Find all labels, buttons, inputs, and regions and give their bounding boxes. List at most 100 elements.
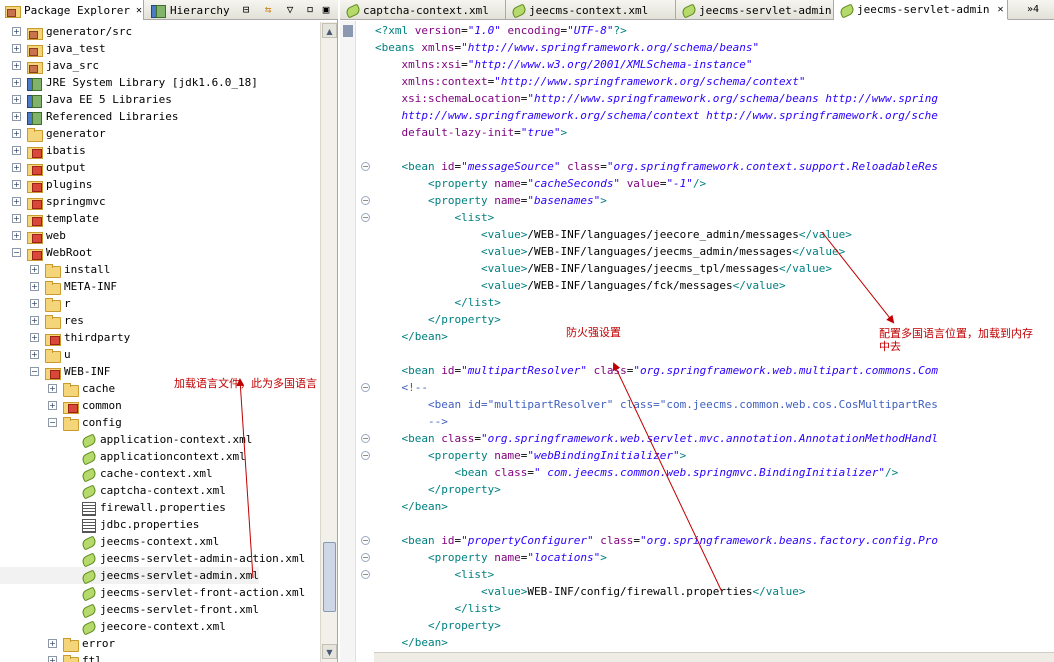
code-line[interactable]: </property> — [375, 311, 501, 328]
expand-icon[interactable]: + — [12, 27, 21, 36]
code-line[interactable]: </bean> — [375, 498, 448, 515]
fold-toggle-icon[interactable]: − — [361, 162, 370, 171]
view-menu-icon[interactable]: ▽ — [282, 2, 298, 18]
code-line[interactable]: <bean id="multipartResolver" class="com.… — [375, 396, 938, 413]
fold-toggle-icon[interactable]: − — [361, 451, 370, 460]
code-line[interactable]: </list> — [375, 294, 500, 311]
fold-toggle-icon[interactable]: − — [361, 196, 370, 205]
code-line[interactable]: <bean class=" com.jeecms.common.web.spri… — [375, 464, 898, 481]
expand-icon[interactable]: + — [30, 333, 39, 342]
code-line[interactable]: <value>/WEB-INF/languages/jeecms_admin/m… — [375, 243, 845, 260]
tree-item[interactable]: + Java EE 5 Libraries — [0, 91, 172, 108]
expand-icon[interactable]: + — [30, 350, 39, 359]
expand-icon[interactable]: + — [48, 656, 57, 662]
fold-toggle-icon[interactable]: − — [361, 553, 370, 562]
tree-item[interactable]: firewall.properties — [0, 499, 226, 516]
code-line[interactable]: <bean id="multipartResolver" class="org.… — [375, 362, 938, 379]
maximize-icon[interactable]: ▣ — [318, 2, 334, 18]
expand-icon[interactable]: + — [12, 129, 21, 138]
editor-horizontal-scrollbar[interactable] — [374, 652, 1054, 662]
tree-item[interactable]: + java_src — [0, 57, 99, 74]
code-line[interactable]: --> — [375, 413, 448, 430]
scroll-down-icon[interactable]: ▼ — [322, 644, 337, 659]
expand-icon[interactable]: + — [48, 384, 57, 393]
expand-icon[interactable]: + — [12, 44, 21, 53]
code-line[interactable]: <?xml version="1.0" encoding="UTF-8"?> — [375, 22, 627, 39]
tree-item[interactable]: jeecms-servlet-admin-action.xml — [0, 550, 305, 567]
code-line[interactable]: <bean class="org.springframework.web.ser… — [375, 430, 938, 447]
expand-icon[interactable]: + — [12, 95, 21, 104]
expand-icon[interactable]: + — [12, 214, 21, 223]
expand-icon[interactable]: + — [48, 639, 57, 648]
collapse-icon[interactable]: − — [30, 367, 39, 376]
expand-icon[interactable]: + — [12, 231, 21, 240]
expand-icon[interactable]: + — [12, 146, 21, 155]
code-line[interactable]: </property> — [375, 617, 501, 634]
tree-item[interactable]: + ftl — [0, 652, 102, 662]
scroll-up-icon[interactable]: ▲ — [322, 23, 337, 38]
tree-item[interactable]: + plugins — [0, 176, 92, 193]
tree-item[interactable]: + Referenced Libraries — [0, 108, 178, 125]
expand-icon[interactable]: + — [30, 316, 39, 325]
fold-toggle-icon[interactable]: − — [361, 536, 370, 545]
tree-item[interactable]: + META-INF — [0, 278, 117, 295]
tree-item[interactable]: application-context.xml — [0, 431, 252, 448]
expand-icon[interactable]: + — [12, 61, 21, 70]
tree-item[interactable]: jeecms-context.xml — [0, 533, 219, 550]
editor-tab-captcha-context[interactable]: captcha-context.xml — [340, 0, 506, 20]
code-line[interactable]: <property name="locations"> — [375, 549, 607, 566]
code-line[interactable]: <value>/WEB-INF/languages/fck/messages</… — [375, 277, 786, 294]
tree-item[interactable]: + JRE System Library [jdk1.6.0_18] — [0, 74, 258, 91]
tree-item[interactable]: + web — [0, 227, 66, 244]
tree-item[interactable]: jdbc.properties — [0, 516, 199, 533]
code-line[interactable]: </property> — [375, 481, 501, 498]
code-line[interactable]: <beans xmlns="http://www.springframework… — [375, 39, 759, 56]
code-line[interactable]: <list> — [375, 209, 494, 226]
tree-item[interactable]: − config — [0, 414, 122, 431]
tree-item[interactable]: + install — [0, 261, 110, 278]
link-with-editor-icon[interactable]: ⇆ — [260, 2, 276, 18]
tree-item[interactable]: + springmvc — [0, 193, 106, 210]
overview-ruler[interactable] — [340, 21, 356, 662]
code-line[interactable]: <property name="webBindingInitializer"> — [375, 447, 686, 464]
expand-icon[interactable]: + — [12, 163, 21, 172]
tab-package-explorer[interactable]: Package Explorer ✕ — [0, 0, 144, 20]
tree-item[interactable]: + thirdparty — [0, 329, 130, 346]
tree-item[interactable]: jeecms-servlet-admin.xml — [0, 567, 259, 584]
tree-item[interactable]: captcha-context.xml — [0, 482, 226, 499]
tree-item[interactable]: + ibatis — [0, 142, 86, 159]
minimize-icon[interactable]: ▫ — [302, 2, 318, 18]
tree-vertical-scrollbar[interactable]: ▲ ▼ — [320, 22, 337, 662]
code-line[interactable]: default-lazy-init="true"> — [375, 124, 568, 141]
code-line[interactable]: <value>WEB-INF/config/firewall.propertie… — [375, 583, 806, 600]
editor-tab-jeecms-context[interactable]: jeecms-context.xml — [506, 0, 676, 20]
fold-toggle-icon[interactable]: − — [361, 213, 370, 222]
tree-item[interactable]: jeecms-servlet-front-action.xml — [0, 584, 305, 601]
close-icon[interactable]: ✕ — [997, 4, 1003, 15]
code-line[interactable]: <list> — [375, 566, 494, 583]
editor-tab-jeecms-servlet-admin-action[interactable]: jeecms-servlet-admin — [676, 0, 834, 20]
editor-tab-jeecms-servlet-admin[interactable]: jeecms-servlet-admin ✕ — [834, 0, 1008, 20]
collapse-icon[interactable]: − — [48, 418, 57, 427]
fold-toggle-icon[interactable]: − — [361, 434, 370, 443]
tree-item[interactable]: + cache — [0, 380, 115, 397]
more-tabs-button[interactable]: »4 — [1018, 0, 1048, 20]
code-line[interactable]: xsi:schemaLocation="http://www.springfra… — [375, 90, 938, 107]
tree-item[interactable]: + java_test — [0, 40, 106, 57]
expand-icon[interactable]: + — [48, 401, 57, 410]
tree-item[interactable]: + r — [0, 295, 71, 312]
tree-item[interactable]: + template — [0, 210, 99, 227]
tree-item[interactable]: + u — [0, 346, 71, 363]
code-line[interactable]: </list> — [375, 600, 500, 617]
code-line[interactable]: </bean> — [375, 634, 448, 651]
tree-item[interactable]: applicationcontext.xml — [0, 448, 246, 465]
tree-item[interactable]: − WebRoot — [0, 244, 92, 261]
code-line[interactable]: xmlns:context="http://www.springframewor… — [375, 73, 806, 90]
expand-icon[interactable]: + — [12, 180, 21, 189]
expand-icon[interactable]: + — [12, 78, 21, 87]
code-line[interactable]: <value>/WEB-INF/languages/jeecore_admin/… — [375, 226, 852, 243]
tree-item[interactable]: + common — [0, 397, 122, 414]
tree-item[interactable]: + error — [0, 635, 115, 652]
expand-icon[interactable]: + — [30, 299, 39, 308]
expand-icon[interactable]: + — [30, 282, 39, 291]
